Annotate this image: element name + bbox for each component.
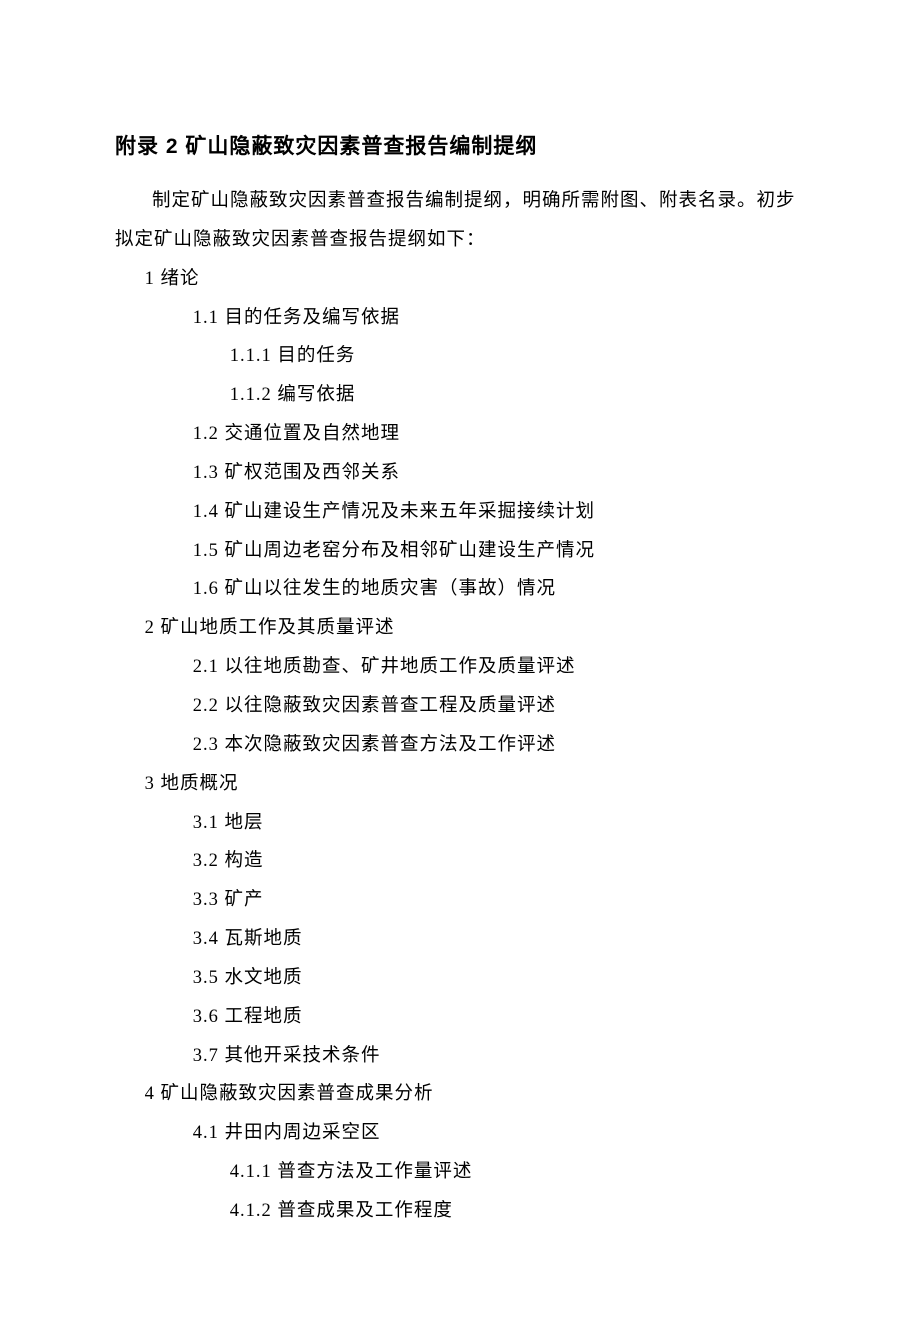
outline-1-6: 1.6 矿山以往发生的地质灾害（事故）情况 <box>115 570 805 609</box>
outline-3-3: 3.3 矿产 <box>115 881 805 920</box>
document-page: 附录 2 矿山隐蔽致灾因素普查报告编制提纲 制定矿山隐蔽致灾因素普查报告编制提纲… <box>0 0 920 1331</box>
outline-2-2: 2.2 以往隐蔽致灾因素普查工程及质量评述 <box>115 687 805 726</box>
intro-paragraph: 制定矿山隐蔽致灾因素普查报告编制提纲，明确所需附图、附表名录。初步拟定矿山隐蔽致… <box>115 182 805 260</box>
outline-4-1-1: 4.1.1 普查方法及工作量评述 <box>115 1153 805 1192</box>
outline-2-heading: 2 矿山地质工作及其质量评述 <box>115 609 805 648</box>
outline-1-2: 1.2 交通位置及自然地理 <box>115 415 805 454</box>
outline-2-3: 2.3 本次隐蔽致灾因素普查方法及工作评述 <box>115 726 805 765</box>
outline-4-heading: 4 矿山隐蔽致灾因素普查成果分析 <box>115 1075 805 1114</box>
appendix-title: 附录 2 矿山隐蔽致灾因素普查报告编制提纲 <box>115 130 805 160</box>
outline-3-6: 3.6 工程地质 <box>115 998 805 1037</box>
outline-1-3: 1.3 矿权范围及西邻关系 <box>115 454 805 493</box>
outline-1-heading: 1 绪论 <box>115 260 805 299</box>
outline-1-1: 1.1 目的任务及编写依据 <box>115 299 805 338</box>
outline-1-1-2: 1.1.2 编写依据 <box>115 376 805 415</box>
outline-3-5: 3.5 水文地质 <box>115 959 805 998</box>
outline-2-1: 2.1 以往地质勘查、矿井地质工作及质量评述 <box>115 648 805 687</box>
outline-3-heading: 3 地质概况 <box>115 765 805 804</box>
outline-1-5: 1.5 矿山周边老窑分布及相邻矿山建设生产情况 <box>115 532 805 571</box>
outline-3-1: 3.1 地层 <box>115 804 805 843</box>
outline-4-1-2: 4.1.2 普查成果及工作程度 <box>115 1192 805 1231</box>
outline-4-1: 4.1 井田内周边采空区 <box>115 1114 805 1153</box>
outline-3-4: 3.4 瓦斯地质 <box>115 920 805 959</box>
outline-1-4: 1.4 矿山建设生产情况及未来五年采掘接续计划 <box>115 493 805 532</box>
outline-3-2: 3.2 构造 <box>115 842 805 881</box>
outline-3-7: 3.7 其他开采技术条件 <box>115 1037 805 1076</box>
outline-1-1-1: 1.1.1 目的任务 <box>115 337 805 376</box>
